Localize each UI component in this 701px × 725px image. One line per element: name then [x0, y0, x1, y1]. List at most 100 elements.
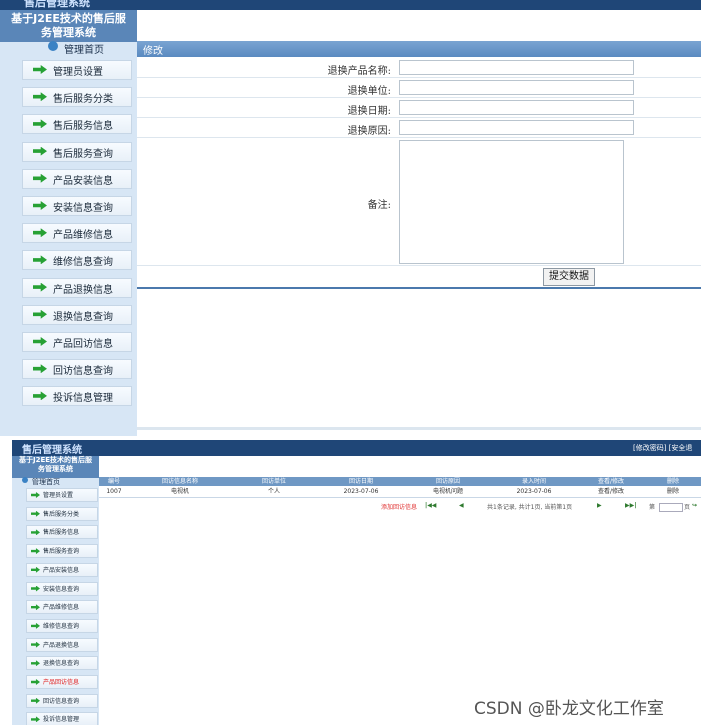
- system-title: 基于J2EE技术的售后服 务管理系统: [12, 456, 99, 474]
- sidebar-item[interactable]: 产品维修信息: [26, 600, 98, 615]
- sidebar-item-label: 产品安装信息: [43, 566, 80, 574]
- account-links[interactable]: [修改密码] [安全退: [633, 443, 692, 453]
- sidebar-item[interactable]: 维修信息查询: [22, 250, 132, 271]
- sidebar-item[interactable]: 产品安装信息: [22, 168, 132, 189]
- sidebar-item-label: 售后服务查询: [53, 148, 113, 160]
- home-label: 管理首页: [64, 45, 104, 56]
- sidebar-item[interactable]: 维修信息查询: [26, 618, 98, 633]
- form-row-reason: 退换原因:: [137, 118, 701, 138]
- top-window: 售后管理系统 基于J2EE技术的售后服 务管理系统 管理首页 管理员设置 售后服务…: [0, 0, 701, 436]
- home-link[interactable]: 管理首页: [32, 477, 60, 487]
- bottom-divider: [137, 427, 701, 430]
- arrow-icon: [31, 716, 40, 723]
- unit-input[interactable]: [399, 80, 634, 95]
- sidebar-item[interactable]: 售后服务分类: [22, 87, 132, 108]
- prev-page-icon[interactable]: ◀: [459, 502, 464, 509]
- column-header: 回访单位: [261, 478, 286, 485]
- sidebar-item-label: 售后服务查询: [43, 548, 80, 556]
- arrow-icon: [31, 697, 40, 704]
- sidebar-item-label: 产品安装信息: [53, 175, 113, 187]
- cell-id: 1007: [106, 488, 122, 495]
- product-name-input[interactable]: [399, 60, 634, 75]
- sidebar-item[interactable]: 退换信息查询: [26, 656, 98, 671]
- add-record-link[interactable]: 添加回访信息: [381, 502, 417, 511]
- arrow-icon: [33, 228, 47, 238]
- sidebar-item[interactable]: 售后服务信息: [22, 114, 132, 135]
- sidebar-item-label: 维修信息查询: [53, 257, 113, 269]
- column-header: 录入时间: [521, 478, 546, 485]
- table-row: 1007 电视机 个人 2023-07-06 电视机问题 2023-07-06 …: [99, 487, 701, 498]
- home-link[interactable]: 管理首页: [14, 41, 134, 56]
- sidebar-item[interactable]: 回访信息查询: [26, 693, 98, 708]
- brand-top: 售后管理系统: [24, 0, 90, 9]
- pager: 添加回访信息 |◀◀ ◀ 共1条记录, 共计1页, 当前第1页 ▶ ▶▶| 第 …: [99, 502, 701, 512]
- section-title-bar: 修改: [137, 41, 701, 57]
- delete-link[interactable]: 删除: [645, 487, 701, 497]
- product-name-label: 退换产品名称:: [327, 66, 391, 77]
- sidebar-item-label: 售后服务分类: [53, 94, 113, 106]
- sidebar-item[interactable]: 管理员设置: [22, 60, 132, 80]
- cell-name: 电视机: [170, 488, 189, 495]
- sidebar-item[interactable]: 投诉信息管理: [26, 712, 98, 725]
- header-bar: [0, 0, 701, 10]
- sidebar-item[interactable]: 退换信息查询: [22, 304, 132, 325]
- arrow-icon: [31, 585, 40, 592]
- first-page-icon[interactable]: |◀◀: [425, 502, 436, 509]
- submit-button[interactable]: 提交数据: [543, 268, 595, 286]
- sidebar-item-label: 安装信息查询: [53, 203, 113, 214]
- sidebar-item[interactable]: 售后服务分类: [26, 506, 98, 521]
- form-row-date: 退换日期:: [137, 98, 701, 118]
- sidebar-item-label: 管理员设置: [53, 67, 103, 78]
- sidebar-item[interactable]: 产品回访信息: [26, 675, 98, 689]
- go-icon[interactable]: ↪: [692, 502, 697, 509]
- sidebar-item-label: 退换信息查询: [53, 311, 113, 323]
- sidebar-item[interactable]: 管理员设置: [26, 488, 98, 502]
- sidebar-item-label: 投诉信息管理: [53, 393, 113, 405]
- last-page-icon[interactable]: ▶▶|: [625, 502, 636, 509]
- sidebar-item[interactable]: 安装信息查询: [22, 196, 132, 216]
- sidebar-item[interactable]: 售后服务查询: [26, 544, 98, 559]
- sidebar-item[interactable]: 产品维修信息: [22, 223, 132, 244]
- sidebar-item[interactable]: 产品退换信息: [26, 637, 98, 652]
- arrow-icon: [33, 173, 47, 183]
- view-edit-link[interactable]: 查看/修改: [577, 487, 645, 497]
- arrow-icon: [31, 492, 40, 498]
- remarks-textarea[interactable]: [399, 140, 624, 264]
- column-header: 回访信息名称: [161, 478, 198, 485]
- column-header: 回访原因: [435, 478, 460, 485]
- sidebar-item[interactable]: 产品回访信息: [22, 332, 132, 352]
- arrow-icon: [31, 641, 40, 648]
- reason-input[interactable]: [399, 120, 634, 135]
- sidebar-item[interactable]: 售后服务查询: [22, 141, 132, 162]
- sidebar-item[interactable]: 产品安装信息: [26, 562, 98, 577]
- sidebar-item[interactable]: 回访信息查询: [22, 359, 132, 380]
- goto-prefix: 第: [649, 504, 656, 511]
- sidebar-item[interactable]: 投诉信息管理: [22, 386, 132, 407]
- arrow-icon: [33, 255, 47, 265]
- date-input[interactable]: [399, 100, 634, 115]
- column-header: 回访日期: [348, 478, 373, 485]
- sidebar-item[interactable]: 产品退换信息: [22, 277, 132, 298]
- sidebar-item[interactable]: 安装信息查询: [26, 581, 98, 596]
- column-header: 删除: [666, 478, 679, 485]
- sidebar-item-label: 产品回访信息: [53, 339, 113, 350]
- sidebar-item-label: 投诉信息管理: [43, 716, 80, 724]
- sidebar-item[interactable]: 售后服务信息: [26, 525, 98, 540]
- cell-created: 2023-07-06: [516, 488, 552, 495]
- system-title-line1: 基于J2EE技术的售后服: [11, 12, 126, 25]
- form-row-remarks: 备注:: [137, 138, 701, 266]
- arrow-icon: [31, 604, 40, 611]
- sidebar-item-label: 产品退换信息: [53, 284, 113, 296]
- system-title-line2: 务管理系统: [38, 465, 73, 473]
- goto-suffix: 页: [684, 504, 691, 511]
- arrow-icon: [31, 510, 40, 517]
- form-row-product-name: 退换产品名称:: [137, 58, 701, 78]
- sidebar-item-label: 售后服务分类: [43, 510, 80, 518]
- sidebar-item-label: 产品回访信息: [43, 679, 80, 686]
- form-row-unit: 退换单位:: [137, 78, 701, 98]
- arrow-icon: [33, 309, 47, 319]
- next-page-icon[interactable]: ▶: [597, 502, 602, 509]
- sidebar-item-label: 产品维修信息: [43, 604, 80, 612]
- page-summary: 共1条记录, 共计1页, 当前第1页: [487, 504, 573, 511]
- goto-page-input[interactable]: [659, 503, 683, 512]
